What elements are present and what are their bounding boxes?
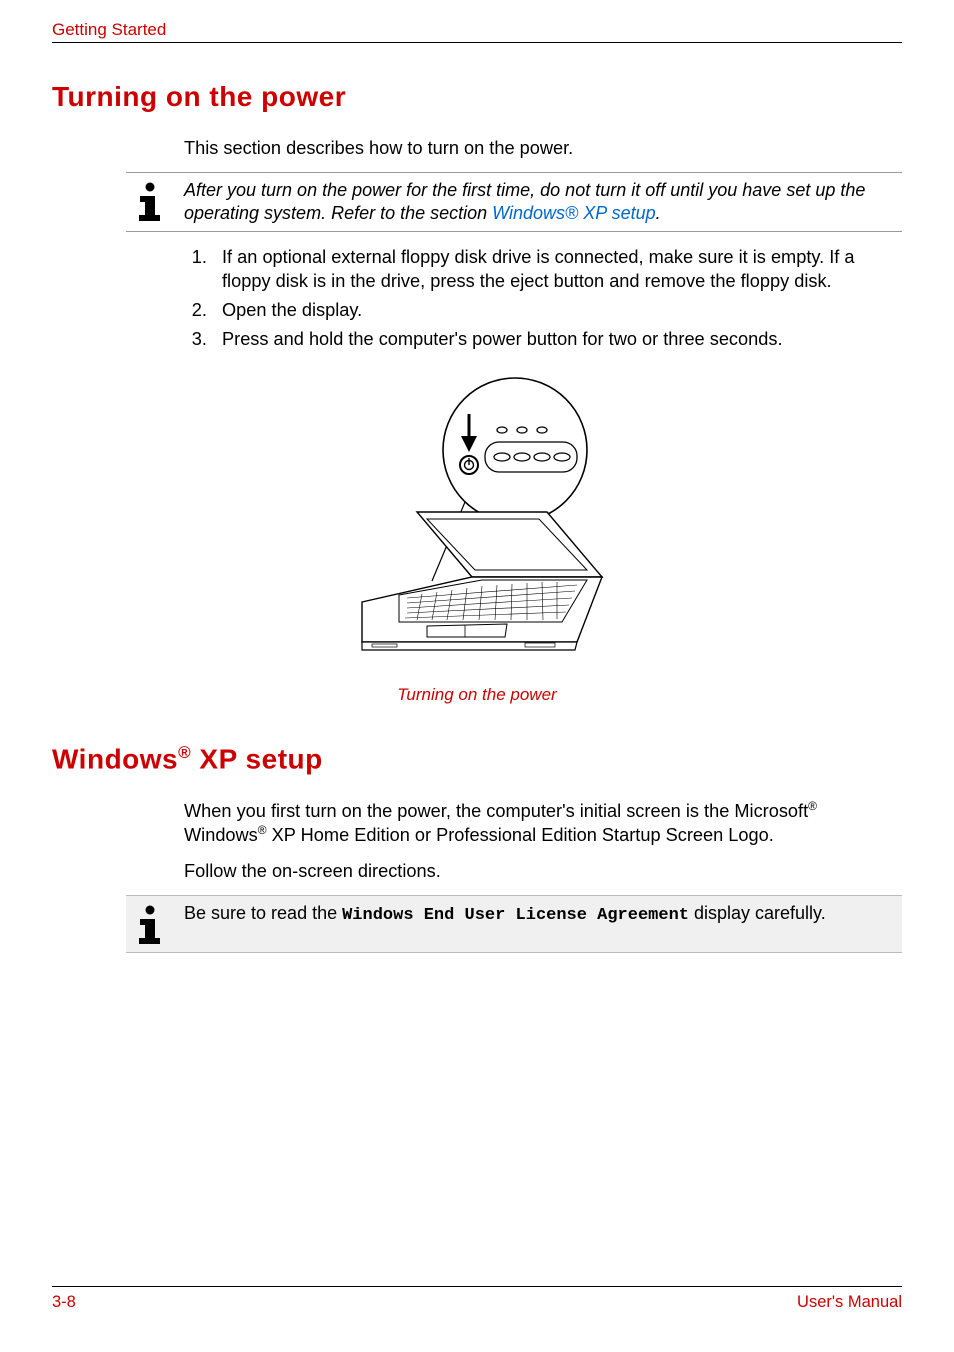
xp-setup-paragraph-2: Follow the on-screen directions. — [184, 860, 902, 883]
note-eula: Be sure to read the Windows End User Lic… — [126, 895, 902, 953]
xp-setup-paragraph-1: When you first turn on the power, the co… — [184, 799, 902, 848]
intro-paragraph: This section describes how to turn on th… — [184, 137, 902, 160]
info-icon — [126, 902, 184, 946]
note-text: After you turn on the power for the firs… — [184, 179, 902, 225]
link-windows-xp-setup[interactable]: Windows® XP setup — [492, 203, 656, 223]
running-header: Getting Started — [52, 20, 902, 43]
note-first-power-on: After you turn on the power for the firs… — [126, 172, 902, 232]
step-1: If an optional external floppy disk driv… — [212, 246, 902, 293]
heading-turning-on-power: Turning on the power — [52, 81, 902, 113]
note-text: Be sure to read the Windows End User Lic… — [184, 902, 902, 927]
page-footer: 3-8 User's Manual — [52, 1286, 902, 1312]
steps-list: If an optional external floppy disk driv… — [184, 246, 902, 351]
figure-caption: Turning on the power — [52, 685, 902, 705]
step-2: Open the display. — [212, 299, 902, 322]
manual-title: User's Manual — [797, 1293, 902, 1312]
page-number: 3-8 — [52, 1293, 76, 1312]
section-name: Getting Started — [52, 20, 166, 39]
info-icon — [126, 179, 184, 223]
heading-windows-xp-setup: Windows® XP setup — [52, 743, 902, 775]
step-3: Press and hold the computer's power butt… — [212, 328, 902, 351]
figure-power-on — [52, 372, 902, 677]
